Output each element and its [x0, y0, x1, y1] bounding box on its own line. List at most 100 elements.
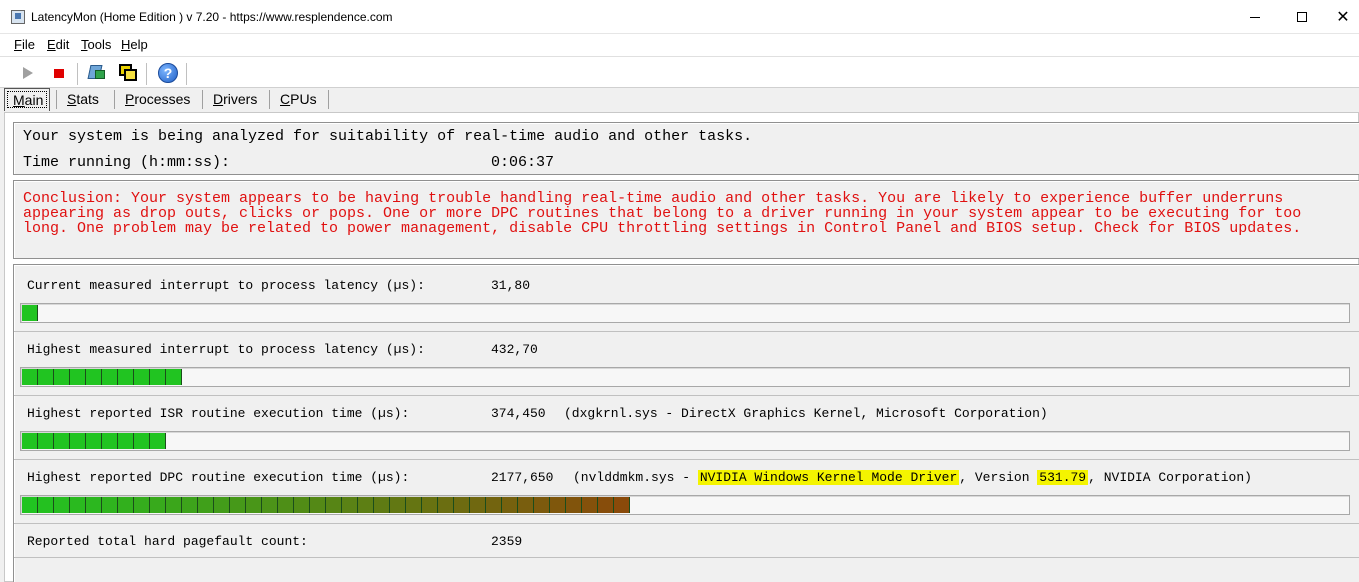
menu-help[interactable]: Help — [121, 37, 148, 52]
stop-icon — [54, 68, 64, 78]
row-divider — [14, 523, 1359, 524]
bar-segment — [278, 497, 294, 513]
menu-bar: File Edit Tools Help — [0, 34, 1359, 56]
dpc-detail: (nvlddmkm.sys - NVIDIA Windows Kernel Mo… — [573, 470, 1252, 485]
toolbar-separator — [77, 63, 78, 85]
close-icon: ✕ — [1336, 9, 1350, 26]
bar-segment — [422, 497, 438, 513]
highest-latency-bar-fill — [22, 369, 182, 385]
bar-segment — [358, 497, 374, 513]
menu-file[interactable]: File — [14, 37, 35, 52]
bar-segment — [374, 497, 390, 513]
maximize-button[interactable] — [1279, 0, 1325, 34]
stop-button[interactable] — [46, 61, 72, 85]
conclusion-text: Conclusion: Your system appears to be ha… — [23, 190, 1302, 237]
tab-divider — [202, 90, 203, 109]
isr-detail: (dxgkrnl.sys - DirectX Graphics Kernel, … — [564, 406, 1048, 421]
bar-segment — [70, 497, 86, 513]
bar-segment — [214, 497, 230, 513]
bar-segment — [54, 369, 70, 385]
bar-segment — [470, 497, 486, 513]
bar-segment — [22, 497, 38, 513]
row-divider — [14, 331, 1359, 332]
tab-divider — [56, 90, 57, 109]
bar-segment — [134, 433, 150, 449]
bar-segment — [438, 497, 454, 513]
close-button[interactable]: ✕ — [1320, 0, 1359, 34]
tab-divider — [269, 90, 270, 109]
windows-button[interactable] — [115, 61, 141, 85]
main-content: Your system is being analyzed for suitab… — [4, 112, 1359, 582]
bar-segment — [150, 497, 166, 513]
bar-segment — [118, 369, 134, 385]
isr-value: 374,450 — [491, 406, 546, 421]
dpc-value: 2177,650 — [491, 470, 554, 485]
row-divider — [14, 557, 1359, 558]
row-divider — [14, 459, 1359, 460]
bar-segment — [86, 497, 102, 513]
minimize-button[interactable] — [1232, 0, 1278, 34]
bar-segment — [166, 497, 182, 513]
bar-segment — [454, 497, 470, 513]
isr-bar — [20, 431, 1350, 451]
tab-stats[interactable]: Stats — [59, 88, 107, 111]
bar-segment — [614, 497, 630, 513]
conclusion-panel: Conclusion: Your system appears to be ha… — [13, 180, 1359, 259]
app-icon — [11, 10, 25, 24]
bar-segment — [118, 497, 134, 513]
cpu-button[interactable] — [84, 61, 110, 85]
highest-latency-label: Highest measured interrupt to process la… — [27, 342, 425, 357]
current-latency-bar-fill — [22, 305, 38, 321]
bar-segment — [150, 433, 166, 449]
dpc-version-highlight: 531.79 — [1037, 470, 1089, 485]
bar-segment — [150, 369, 166, 385]
tab-processes[interactable]: Processes — [117, 88, 198, 111]
current-latency-label: Current measured interrupt to process la… — [27, 278, 425, 293]
pagefault-value: 2359 — [491, 534, 523, 549]
tab-drivers[interactable]: Drivers — [205, 88, 265, 111]
highest-latency-bar — [20, 367, 1350, 387]
dpc-detail-suffix: , NVIDIA Corporation) — [1088, 470, 1252, 485]
menu-tools[interactable]: Tools — [81, 37, 111, 52]
menu-edit[interactable]: Edit — [47, 37, 69, 52]
isr-label: Highest reported ISR routine execution t… — [27, 406, 410, 421]
bar-segment — [246, 497, 262, 513]
dpc-bar — [20, 495, 1350, 515]
tab-strip: Main Stats Processes Drivers CPUs — [0, 88, 1359, 111]
bar-segment — [550, 497, 566, 513]
bar-segment — [166, 369, 182, 385]
bar-segment — [134, 369, 150, 385]
metrics-panel: Current measured interrupt to process la… — [13, 264, 1359, 582]
bar-segment — [518, 497, 534, 513]
tab-cpus[interactable]: CPUs — [272, 88, 325, 111]
toolbar: ? — [0, 56, 1359, 88]
pagefault-label: Reported total hard pagefault count: — [27, 534, 308, 549]
bar-segment — [38, 433, 54, 449]
bar-segment — [102, 369, 118, 385]
bar-segment — [502, 497, 518, 513]
tab-divider — [328, 90, 329, 109]
bar-segment — [102, 433, 118, 449]
analysis-status: Your system is being analyzed for suitab… — [23, 128, 753, 145]
bar-segment — [230, 497, 246, 513]
row-divider — [14, 395, 1359, 396]
start-button[interactable] — [15, 61, 41, 85]
isr-bar-fill — [22, 433, 166, 449]
toolbar-separator — [186, 63, 187, 85]
bar-segment — [102, 497, 118, 513]
bar-segment — [390, 497, 406, 513]
tab-divider — [114, 90, 115, 109]
windows-icon — [118, 63, 138, 83]
cpu-icon — [87, 63, 107, 83]
bar-segment — [134, 497, 150, 513]
bar-segment — [182, 497, 198, 513]
analysis-panel: Your system is being analyzed for suitab… — [13, 122, 1359, 175]
bar-segment — [22, 305, 38, 321]
time-running-label: Time running (h:mm:ss): — [23, 154, 231, 171]
help-button[interactable]: ? — [155, 61, 181, 85]
dpc-label: Highest reported DPC routine execution t… — [27, 470, 410, 485]
bar-segment — [38, 497, 54, 513]
bar-segment — [54, 433, 70, 449]
tab-main[interactable]: Main — [4, 88, 50, 111]
bar-segment — [86, 369, 102, 385]
